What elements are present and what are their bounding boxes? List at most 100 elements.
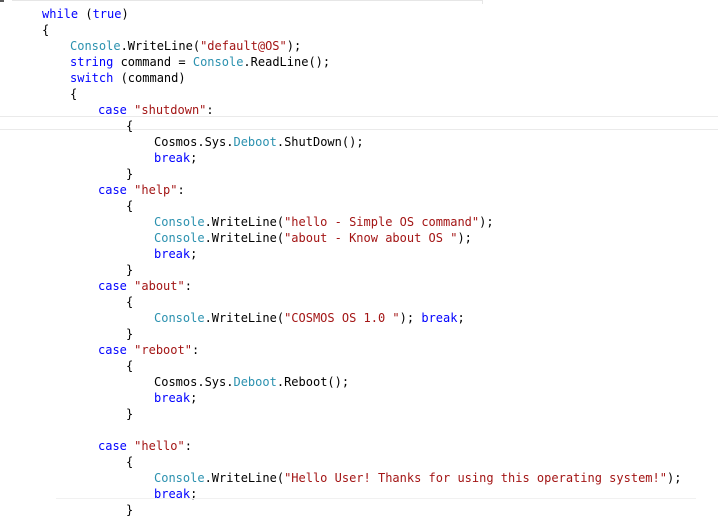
code-line[interactable]: { [42, 22, 49, 38]
code-editor[interactable]: while (true){Console.WriteLine("default@… [0, 0, 718, 530]
code-token-plain: : [184, 279, 192, 293]
code-token-plain: } [126, 263, 134, 277]
code-token-plain: : [206, 103, 214, 117]
code-line[interactable]: switch (command) [70, 70, 186, 86]
code-line[interactable]: } [126, 326, 133, 342]
code-line[interactable]: case "reboot": [98, 342, 199, 358]
current-line-highlight [0, 116, 718, 130]
code-token-type: Console [154, 215, 205, 229]
code-token-str: "Hello User! Thanks for using this opera… [284, 471, 667, 485]
code-token-str: "hello" [134, 439, 185, 453]
gutter-marker [0, 0, 4, 2]
code-token-kw: break [154, 391, 191, 405]
code-line[interactable]: while (true) [42, 6, 129, 22]
code-token-plain: ); [286, 39, 302, 53]
code-line[interactable]: case "hello": [98, 438, 192, 454]
code-line[interactable]: break; [154, 390, 197, 406]
code-token-plain: ); [666, 471, 682, 485]
code-line[interactable]: } [126, 406, 133, 422]
code-token-str: "shutdown" [134, 103, 207, 117]
code-token-type: Console [70, 39, 121, 53]
code-token-type: Deboot [233, 135, 277, 149]
code-line[interactable]: Console.WriteLine("hello - Simple OS com… [154, 214, 494, 230]
code-line[interactable]: break; [154, 246, 197, 262]
code-token-plain: .WriteLine( [204, 311, 285, 325]
code-token-plain: { [126, 455, 134, 469]
code-line[interactable]: { [126, 294, 133, 310]
top-divider-tick [482, 0, 483, 4]
code-line[interactable]: Console.WriteLine("COSMOS OS 1.0 "); bre… [154, 310, 465, 326]
code-line[interactable]: { [70, 86, 77, 102]
code-token-plain: ; [457, 311, 465, 325]
code-token-plain: ; [190, 391, 198, 405]
code-token-str: "hello - Simple OS command" [284, 215, 480, 229]
code-token-plain: ); [457, 231, 472, 245]
code-token-plain: .Reboot(); [276, 375, 350, 389]
code-token-plain: ) [121, 7, 129, 21]
code-token-kw: case [98, 279, 127, 293]
code-token-type: Deboot [233, 375, 277, 389]
code-line[interactable]: case "help": [98, 182, 185, 198]
code-token-type: Console [154, 471, 205, 485]
code-token-kw: break [154, 151, 191, 165]
code-line[interactable]: Console.WriteLine("about - Know about OS… [154, 230, 472, 246]
code-token-plain: : [177, 183, 185, 197]
code-token-str: "about - Know about OS " [284, 231, 458, 245]
code-token-kw: true [92, 7, 122, 21]
code-token-str: "help" [134, 183, 178, 197]
code-line[interactable]: case "shutdown": [98, 102, 214, 118]
code-token-plain: .WriteLine( [204, 231, 285, 245]
code-token-plain: .WriteLine( [204, 471, 285, 485]
code-token-plain: } [126, 503, 134, 517]
code-token-kw: string [70, 55, 114, 69]
code-token-plain: { [126, 359, 134, 373]
code-token-kw: case [98, 103, 127, 117]
code-token-plain: { [70, 87, 78, 101]
code-line[interactable]: } [126, 166, 133, 182]
code-token-plain: Cosmos.Sys. [154, 375, 234, 389]
code-line[interactable]: string command = Console.ReadLine(); [70, 54, 330, 70]
code-line[interactable]: { [126, 454, 133, 470]
code-token-plain: ); [479, 215, 494, 229]
code-line[interactable]: { [126, 358, 133, 374]
code-token-plain: { [126, 199, 134, 213]
code-token-kw: switch [70, 71, 114, 85]
code-line[interactable]: Cosmos.Sys.Deboot.Reboot(); [154, 374, 349, 390]
code-token-plain: .ShutDown(); [276, 135, 364, 149]
code-token-plain: { [126, 295, 134, 309]
code-token-plain: .WriteLine( [120, 39, 201, 53]
code-token-plain: { [42, 23, 50, 37]
code-token-kw: case [98, 183, 127, 197]
code-line[interactable]: break; [154, 150, 197, 166]
code-token-plain: .WriteLine( [204, 215, 285, 229]
code-line[interactable]: { [126, 118, 133, 134]
code-token-type: Console [154, 311, 205, 325]
code-line[interactable]: Cosmos.Sys.Deboot.ShutDown(); [154, 134, 364, 150]
code-line[interactable]: { [126, 198, 133, 214]
code-token-plain: : [191, 343, 200, 357]
code-line[interactable]: Console.WriteLine("default@OS"); [70, 38, 301, 54]
code-line[interactable]: } [126, 502, 133, 518]
code-token-plain: } [126, 327, 134, 341]
code-line[interactable]: case "about": [98, 278, 192, 294]
code-token-plain: ); [399, 311, 422, 325]
code-token-type: Console [154, 231, 205, 245]
code-line[interactable]: } [126, 262, 133, 278]
code-token-str: "default@OS" [200, 39, 287, 53]
code-token-kw: break [421, 311, 458, 325]
code-token-plain: Cosmos.Sys. [154, 135, 234, 149]
code-token-plain: { [126, 119, 134, 133]
code-token-plain: } [126, 167, 134, 181]
code-token-str: "COSMOS OS 1.0 " [284, 311, 400, 325]
code-token-plain: ; [190, 151, 198, 165]
code-line[interactable]: Console.WriteLine("Hello User! Thanks fo… [154, 470, 681, 486]
code-token-plain: command = [113, 55, 193, 69]
top-divider [12, 0, 482, 1]
code-token-str: "reboot" [134, 343, 192, 357]
code-token-kw: while [42, 7, 79, 21]
code-token-kw: break [154, 247, 191, 261]
line-separator [56, 498, 696, 499]
code-token-plain: ; [190, 247, 198, 261]
code-line[interactable]: break; [154, 486, 197, 502]
code-token-kw: case [98, 439, 127, 453]
